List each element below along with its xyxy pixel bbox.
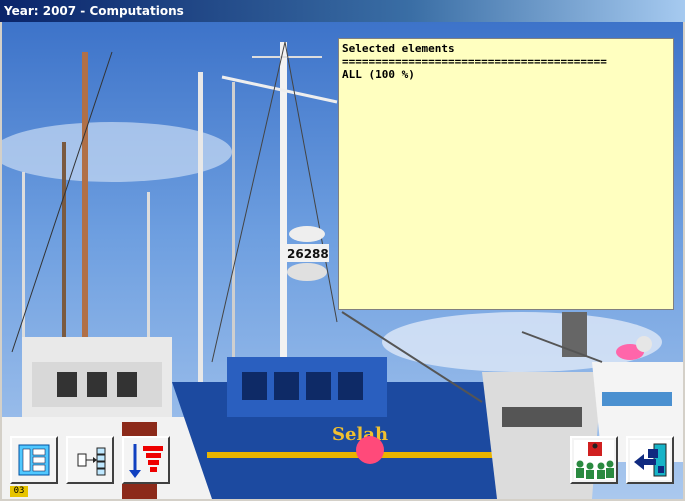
field-mapping-icon (77, 447, 106, 476)
table-view-icon (18, 444, 50, 476)
selected-item: ALL (100 %) (342, 68, 415, 81)
table-view-button[interactable] (10, 436, 58, 484)
application-window: Year: 2007 - Computations 26288 Selah Se… (0, 0, 685, 501)
panel-separator: ======================================== (342, 55, 607, 68)
svg-text:26288: 26288 (287, 247, 329, 261)
exit-icon (630, 440, 670, 480)
sort-descending-button[interactable] (122, 436, 170, 484)
exit-button[interactable] (626, 436, 674, 484)
sort-descending-icon (129, 444, 163, 478)
selected-elements-panel: Selected elements ======================… (338, 38, 674, 310)
panel-heading: Selected elements (342, 42, 455, 55)
window-title: Year: 2007 - Computations (0, 0, 685, 22)
presentation-button[interactable] (570, 436, 618, 484)
field-mapping-button[interactable] (66, 436, 114, 484)
page-badge: 03 (10, 486, 28, 497)
presentation-icon (574, 440, 614, 480)
